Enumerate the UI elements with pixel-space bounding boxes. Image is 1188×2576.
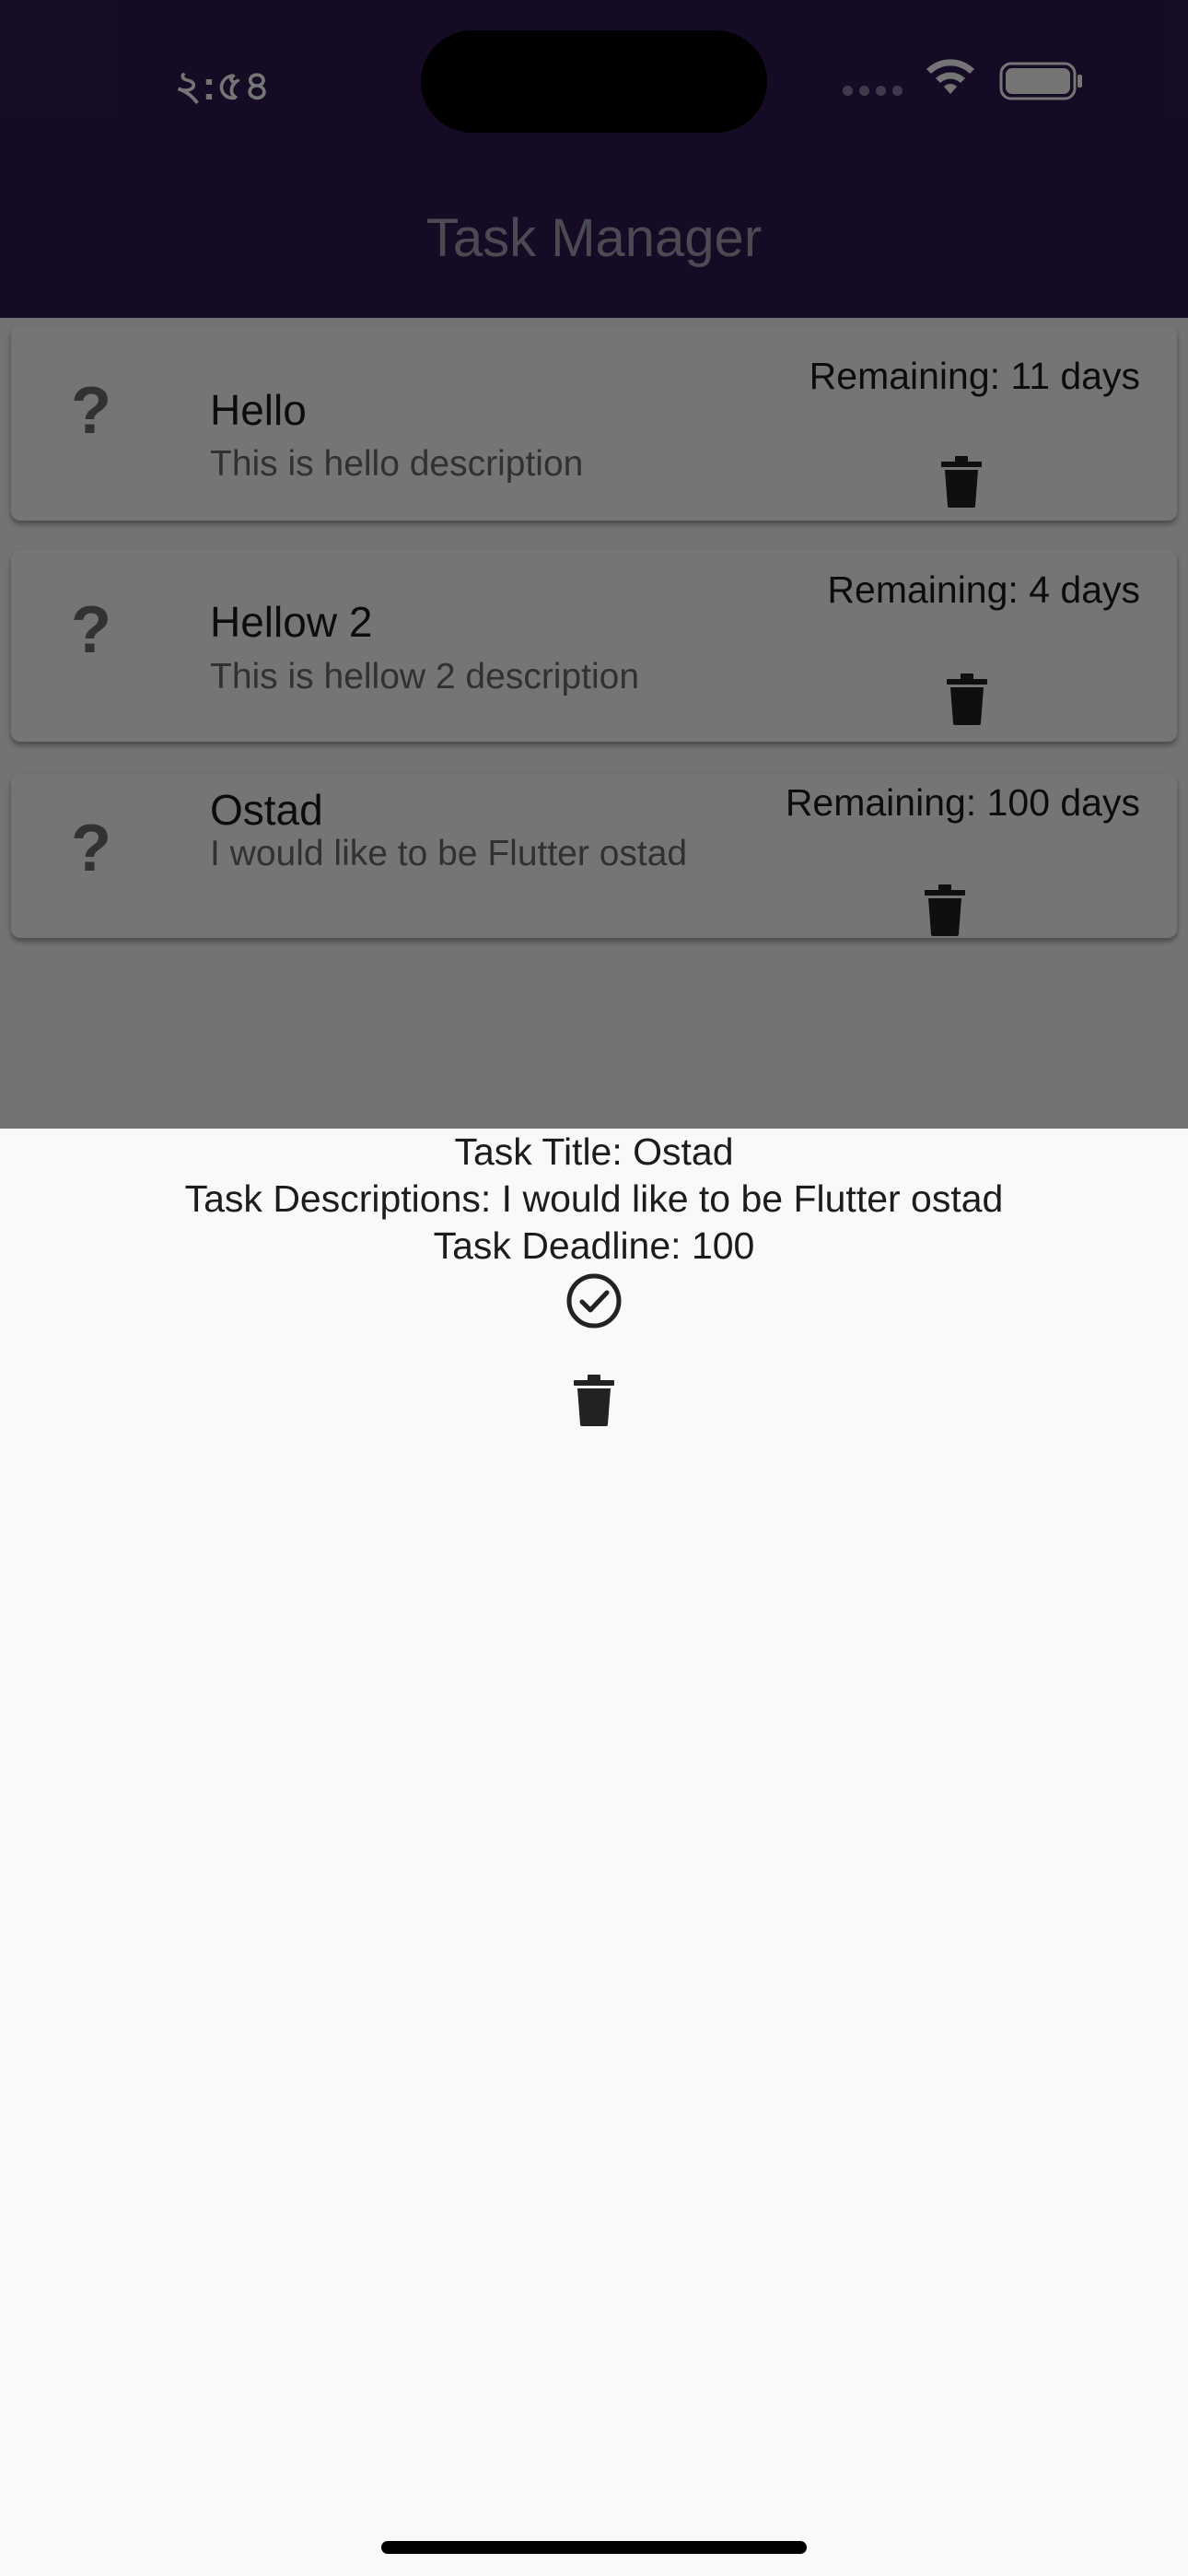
trash-icon[interactable] — [947, 673, 987, 725]
battery-icon — [999, 62, 1082, 100]
check-circle-icon[interactable] — [565, 1271, 623, 1330]
task-description: This is hello description — [210, 444, 584, 484]
task-remaining: Remaining: 100 days — [785, 781, 1140, 824]
trash-icon[interactable] — [941, 456, 982, 508]
trash-icon[interactable] — [925, 884, 965, 936]
cellular-signal-icon — [843, 86, 903, 96]
question-mark-icon: ? — [71, 812, 111, 885]
status-bar: ২:৫৪ — [0, 0, 1188, 175]
app-title: Task Manager — [425, 208, 763, 268]
wifi-icon — [926, 59, 974, 94]
delete-trash-icon[interactable] — [574, 1375, 614, 1426]
task-card[interactable]: ? Hellow 2 This is hellow 2 description … — [11, 550, 1177, 742]
task-title: Ostad — [210, 786, 323, 834]
task-title: Hellow 2 — [210, 598, 373, 646]
sheet-task-description: Task Descriptions: I would like to be Fl… — [184, 1177, 1004, 1220]
sheet-task-deadline: Task Deadline: 100 — [433, 1224, 755, 1267]
task-remaining: Remaining: 4 days — [827, 568, 1140, 611]
task-remaining: Remaining: 11 days — [809, 355, 1140, 397]
task-description: This is hellow 2 description — [210, 657, 640, 697]
question-mark-icon: ? — [71, 593, 111, 667]
task-description: I would like to be Flutter ostad — [210, 834, 688, 873]
task-list: ? Hello This is hello description Remain… — [0, 318, 1188, 1129]
task-title: Hello — [210, 386, 307, 434]
app-bar: Task Manager — [0, 175, 1188, 318]
task-details-sheet: Task Title: Ostad Task Descriptions: I w… — [0, 1129, 1188, 2576]
dynamic-island — [421, 30, 767, 133]
home-indicator[interactable] — [381, 2541, 807, 2554]
task-card[interactable]: ? Hello This is hello description Remain… — [11, 325, 1177, 521]
task-card[interactable]: ? Ostad I would like to be Flutter ostad… — [11, 774, 1177, 938]
status-time: ২:৫৪ — [175, 64, 272, 109]
sheet-task-title: Task Title: Ostad — [454, 1130, 734, 1173]
question-mark-icon: ? — [71, 374, 111, 448]
